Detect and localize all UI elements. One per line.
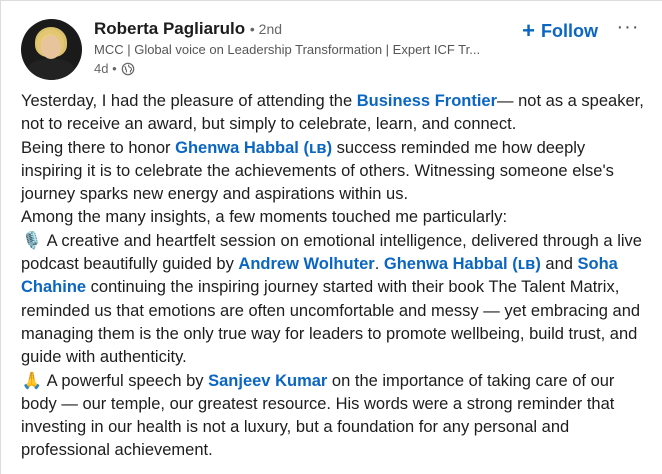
sanjeev-kumar-link[interactable]: Sanjeev Kumar [208, 372, 327, 390]
ghenwa-habbal-link[interactable]: Ghenwa Habbal (ʟʙ) [175, 139, 332, 157]
post-header: Roberta Pagliarulo • 2nd MCC | Global vo… [21, 15, 642, 85]
p4-suffix: continuing the inspiring journey started… [21, 278, 641, 367]
folded-hands-icon: 🙏 [21, 371, 43, 390]
author-name[interactable]: Roberta Pagliarulo [94, 19, 245, 38]
paragraph-4: 🎙️ A creative and heartfelt session on e… [21, 230, 651, 370]
post-body: Yesterday, I had the pleasure of attendi… [21, 90, 651, 463]
p2-text: Being there to honor [21, 138, 176, 157]
plus-icon: + [522, 18, 535, 43]
p4-sep2: and [540, 255, 578, 274]
author-avatar[interactable] [21, 19, 82, 80]
business-frontier-link[interactable]: Business Frontier [357, 92, 497, 110]
follow-label: Follow [541, 20, 598, 41]
p1-text: Yesterday, I had the pleasure of attendi… [21, 92, 357, 110]
author-info: Roberta Pagliarulo • 2nd MCC | Global vo… [94, 19, 524, 76]
connection-degree: • 2nd [249, 21, 283, 37]
follow-button[interactable]: + Follow [522, 19, 598, 43]
p4-sep1: . [374, 255, 384, 274]
author-headline: MCC | Global voice on Leadership Transfo… [94, 42, 481, 57]
andrew-wolhuter-link[interactable]: Andrew Wolhuter [238, 255, 374, 273]
paragraph-1: Yesterday, I had the pleasure of attendi… [21, 90, 651, 137]
avatar-face [41, 35, 61, 59]
p5-text: A powerful speech by [43, 371, 209, 390]
globe-icon [121, 62, 134, 75]
post-meta: 4d • [94, 61, 524, 76]
ghenwa-habbal-link-2[interactable]: Ghenwa Habbal (ʟʙ) [384, 255, 541, 273]
microphone-icon: 🎙️ [21, 231, 43, 250]
paragraph-3: Among the many insights, a few moments t… [21, 208, 508, 227]
author-name-row: Roberta Pagliarulo • 2nd [94, 19, 524, 39]
feed-post: Roberta Pagliarulo • 2nd MCC | Global vo… [0, 0, 662, 474]
paragraph-2: Being there to honor Ghenwa Habbal (ʟʙ) … [21, 137, 651, 207]
paragraph-5: 🙏 A powerful speech by Sanjeev Kumar on … [21, 370, 651, 463]
more-options-icon[interactable]: ··· [614, 17, 642, 41]
avatar-body [27, 59, 75, 80]
post-time: 4d • [94, 61, 117, 76]
